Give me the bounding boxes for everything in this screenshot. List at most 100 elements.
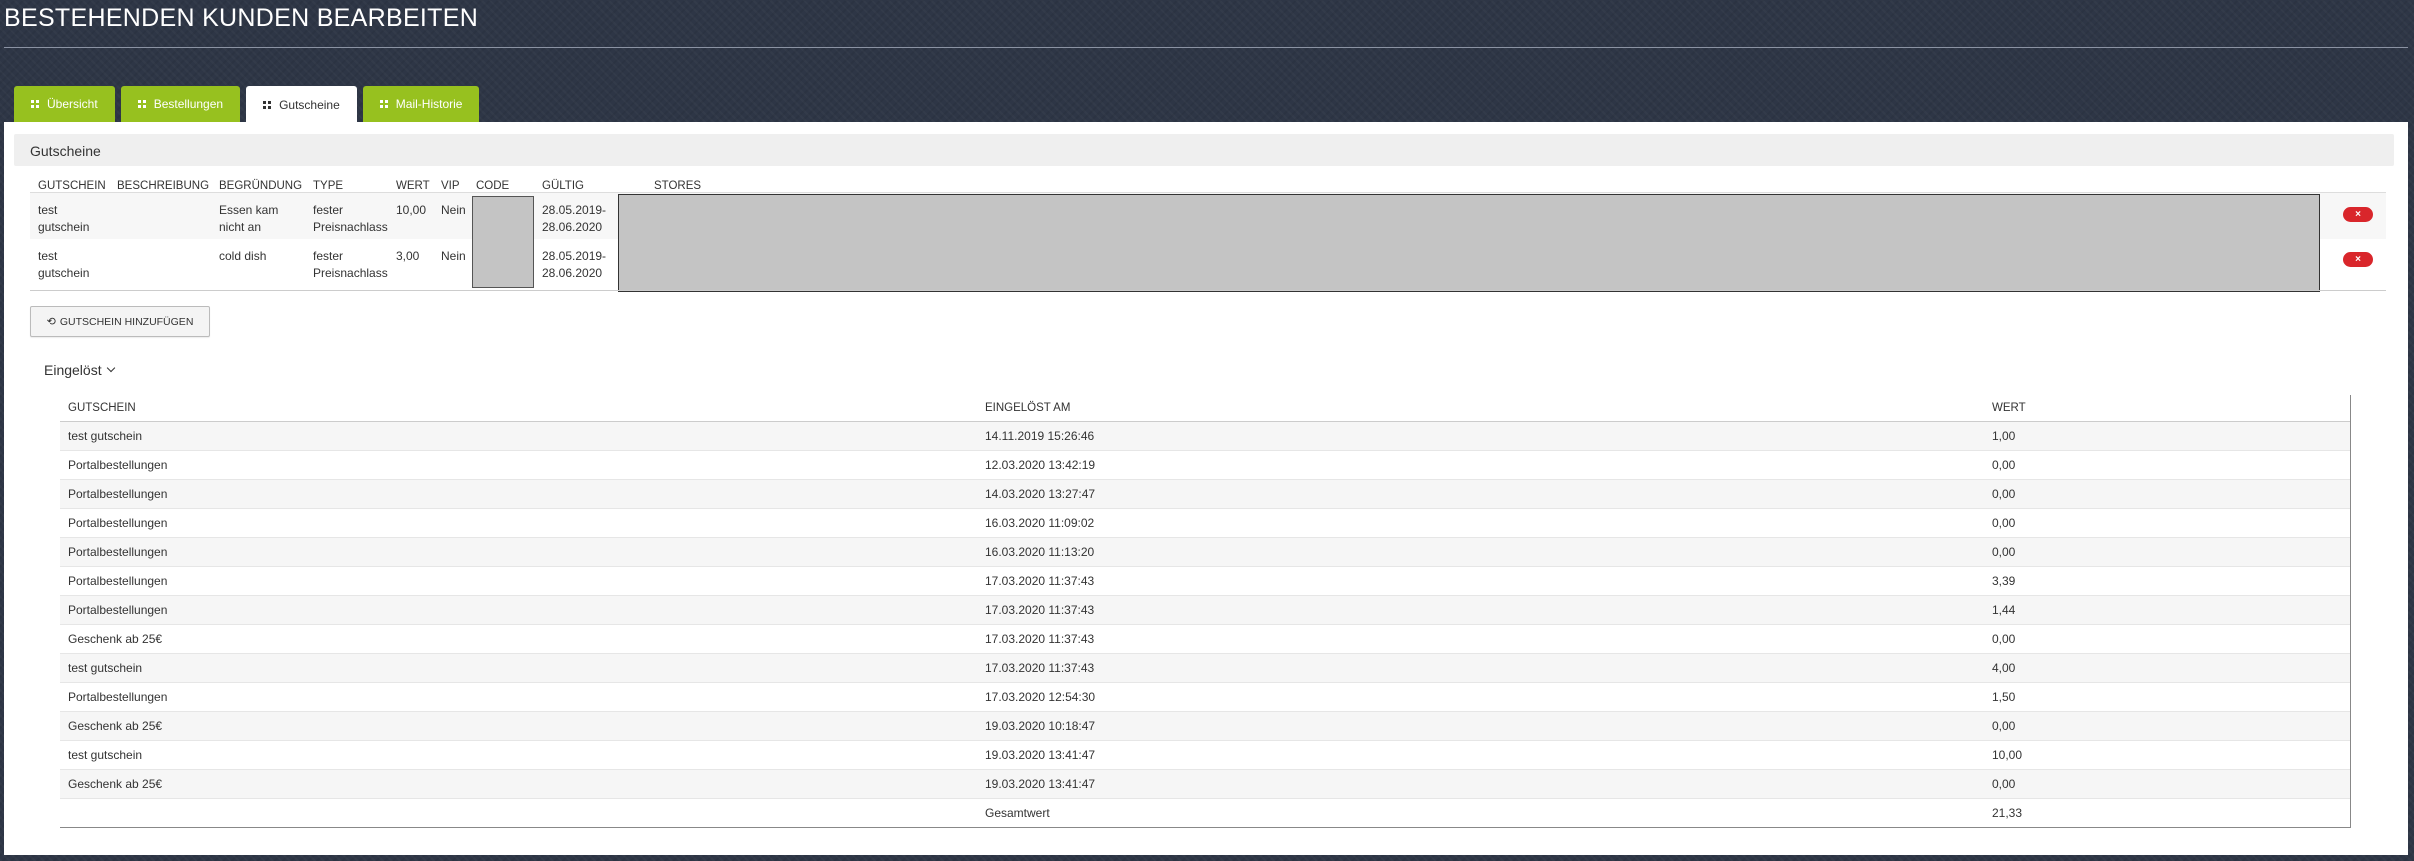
col-header-gutschein: GUTSCHEIN — [60, 395, 977, 422]
voucher-value: 10,00 — [388, 192, 433, 239]
redeemed-date: 17.03.2020 11:37:43 — [977, 653, 1984, 683]
redeemed-date: 17.03.2020 11:37:43 — [977, 595, 1984, 625]
tab-uebersicht[interactable]: Übersicht — [14, 86, 115, 122]
delete-voucher-button[interactable]: × — [2343, 207, 2373, 222]
col-header-gutschein: GUTSCHEIN — [30, 174, 109, 193]
redeemed-date: 14.11.2019 15:26:46 — [977, 421, 1984, 451]
table-row: test gutschein 14.11.2019 15:26:46 1,00 — [60, 421, 2350, 451]
grid-icon — [31, 100, 39, 108]
total-value: 21,33 — [1984, 798, 2350, 827]
redeemed-voucher: test gutschein — [60, 740, 977, 770]
redeemed-voucher: Portalbestellungen — [60, 566, 977, 596]
redeemed-value: 0,00 — [1984, 479, 2350, 509]
tab-mail-historie[interactable]: Mail-Historie — [362, 86, 480, 122]
voucher-name: test gutschein — [30, 192, 109, 239]
redeemed-value: 0,00 — [1984, 508, 2350, 538]
redeemed-voucher: test gutschein — [60, 653, 977, 683]
redeemed-date: 17.03.2020 11:37:43 — [977, 566, 1984, 596]
table-row: test gutschein 19.03.2020 13:41:47 10,00 — [60, 740, 2350, 770]
redeemed-voucher: Portalbestellungen — [60, 508, 977, 538]
col-header-wert: WERT — [1984, 395, 2350, 422]
redeemed-value: 10,00 — [1984, 740, 2350, 770]
redeemed-voucher: Portalbestellungen — [60, 450, 977, 480]
voucher-type: fester Preisnachlass — [305, 192, 388, 239]
redeemed-value: 1,00 — [1984, 421, 2350, 451]
voucher-description — [109, 192, 211, 239]
redeemed-voucher: test gutschein — [60, 421, 977, 451]
table-row: Portalbestellungen 12.03.2020 13:42:19 0,0… — [60, 450, 2350, 480]
redeemed-voucher: Geschenk ab 25€ — [60, 624, 977, 654]
col-header-actions — [2318, 174, 2386, 193]
tab-label: Gutscheine — [279, 98, 340, 112]
section-header: Gutscheine — [14, 134, 2394, 166]
table-row: Portalbestellungen 17.03.2020 12:54:30 1,5… — [60, 682, 2350, 712]
title-divider — [4, 47, 2408, 48]
redeemed-date: 14.03.2020 13:27:47 — [977, 479, 1984, 509]
redeemed-voucher: Portalbestellungen — [60, 595, 977, 625]
redeemed-table: GUTSCHEIN EINGELÖST AM WERT test gutsche… — [60, 395, 2350, 827]
table-row: Portalbestellungen 16.03.2020 11:13:20 0,0… — [60, 537, 2350, 567]
section-title: Gutscheine — [30, 143, 101, 159]
redeemed-value: 1,44 — [1984, 595, 2350, 625]
redeemed-value: 0,00 — [1984, 624, 2350, 654]
code-redacted-block — [472, 196, 534, 288]
col-header-eingeloest-am: EINGELÖST AM — [977, 395, 1984, 422]
voucher-value: 3,00 — [388, 238, 433, 285]
table-row: Geschenk ab 25€ 19.03.2020 13:41:47 0,00 — [60, 769, 2350, 799]
redeemed-date: 17.03.2020 12:54:30 — [977, 682, 1984, 712]
redeemed-voucher: Portalbestellungen — [60, 682, 977, 712]
chevron-down-icon — [106, 363, 115, 373]
voucher-reason: cold dish — [211, 238, 305, 285]
total-label: Gesamtwert — [977, 798, 1984, 827]
redeemed-date: 19.03.2020 10:18:47 — [977, 711, 1984, 741]
redeemed-table-container: GUTSCHEIN EINGELÖST AM WERT test gutsche… — [60, 395, 2351, 828]
redeemed-voucher: Geschenk ab 25€ — [60, 769, 977, 799]
redeemed-toggle-label: Eingelöst — [44, 362, 102, 378]
table-row: test gutschein 17.03.2020 11:37:43 4,00 — [60, 653, 2350, 683]
col-header-stores: STORES — [630, 174, 2318, 193]
redeemed-date: 16.03.2020 11:13:20 — [977, 537, 1984, 567]
redeemed-value: 0,00 — [1984, 711, 2350, 741]
voucher-validity: 28.05.2019-28.06.2020 — [534, 192, 630, 239]
voucher-type: fester Preisnachlass — [305, 238, 388, 285]
tab-bestellungen[interactable]: Bestellungen — [120, 86, 241, 122]
voucher-validity: 28.05.2019-28.06.2020 — [534, 238, 630, 285]
redeemed-value: 1,50 — [1984, 682, 2350, 712]
tab-label: Mail-Historie — [395, 97, 463, 111]
table-row: Geschenk ab 25€ 19.03.2020 10:18:47 0,00 — [60, 711, 2350, 741]
table-row: Portalbestellungen 16.03.2020 11:09:02 0,0… — [60, 508, 2350, 538]
voucher-description — [109, 238, 211, 285]
tab-label: Bestellungen — [153, 97, 224, 111]
add-voucher-button[interactable]: ⟲ GUTSCHEIN HINZUFÜGEN — [30, 306, 210, 337]
redeemed-date: 19.03.2020 13:41:47 — [977, 769, 1984, 799]
redeemed-toggle[interactable]: Eingelöst — [44, 362, 115, 378]
table-bottom-divider — [30, 290, 2386, 291]
tab-gutscheine[interactable]: Gutscheine — [246, 86, 357, 124]
redeemed-voucher: Portalbestellungen — [60, 479, 977, 509]
voucher-name: test gutschein — [30, 238, 109, 285]
refresh-icon: ⟲ — [46, 316, 56, 328]
grid-icon — [263, 101, 272, 109]
col-header-beschreibung: BESCHREIBUNG — [109, 174, 211, 193]
redeemed-date: 19.03.2020 13:41:47 — [977, 740, 1984, 770]
tab-bar: Übersicht Bestellungen Gutscheine Mail-H… — [14, 86, 480, 124]
stores-redacted-block — [618, 194, 2320, 292]
total-spacer — [60, 798, 977, 827]
redeemed-date: 12.03.2020 13:42:19 — [977, 450, 1984, 480]
grid-icon — [137, 100, 146, 108]
delete-voucher-button[interactable]: × — [2343, 252, 2373, 267]
redeemed-voucher: Portalbestellungen — [60, 537, 977, 567]
voucher-vip: Nein — [433, 238, 468, 285]
redeemed-date: 16.03.2020 11:09:02 — [977, 508, 1984, 538]
voucher-vip: Nein — [433, 192, 468, 239]
redeemed-value: 0,00 — [1984, 450, 2350, 480]
table-row: Portalbestellungen 17.03.2020 11:37:43 3,3… — [60, 566, 2350, 596]
redeemed-date: 17.03.2020 11:37:43 — [977, 624, 1984, 654]
voucher-reason: Essen kam nicht an — [211, 192, 305, 239]
table-row: Geschenk ab 25€ 17.03.2020 11:37:43 0,00 — [60, 624, 2350, 654]
tab-label: Übersicht — [47, 97, 98, 111]
redeemed-value: 3,39 — [1984, 566, 2350, 596]
redeemed-value: 4,00 — [1984, 653, 2350, 683]
col-header-vip: VIP — [433, 174, 468, 193]
tab-content-panel: Gutscheine GUTSCHEIN BESCHREIBUNG BEGRÜN… — [4, 122, 2408, 855]
